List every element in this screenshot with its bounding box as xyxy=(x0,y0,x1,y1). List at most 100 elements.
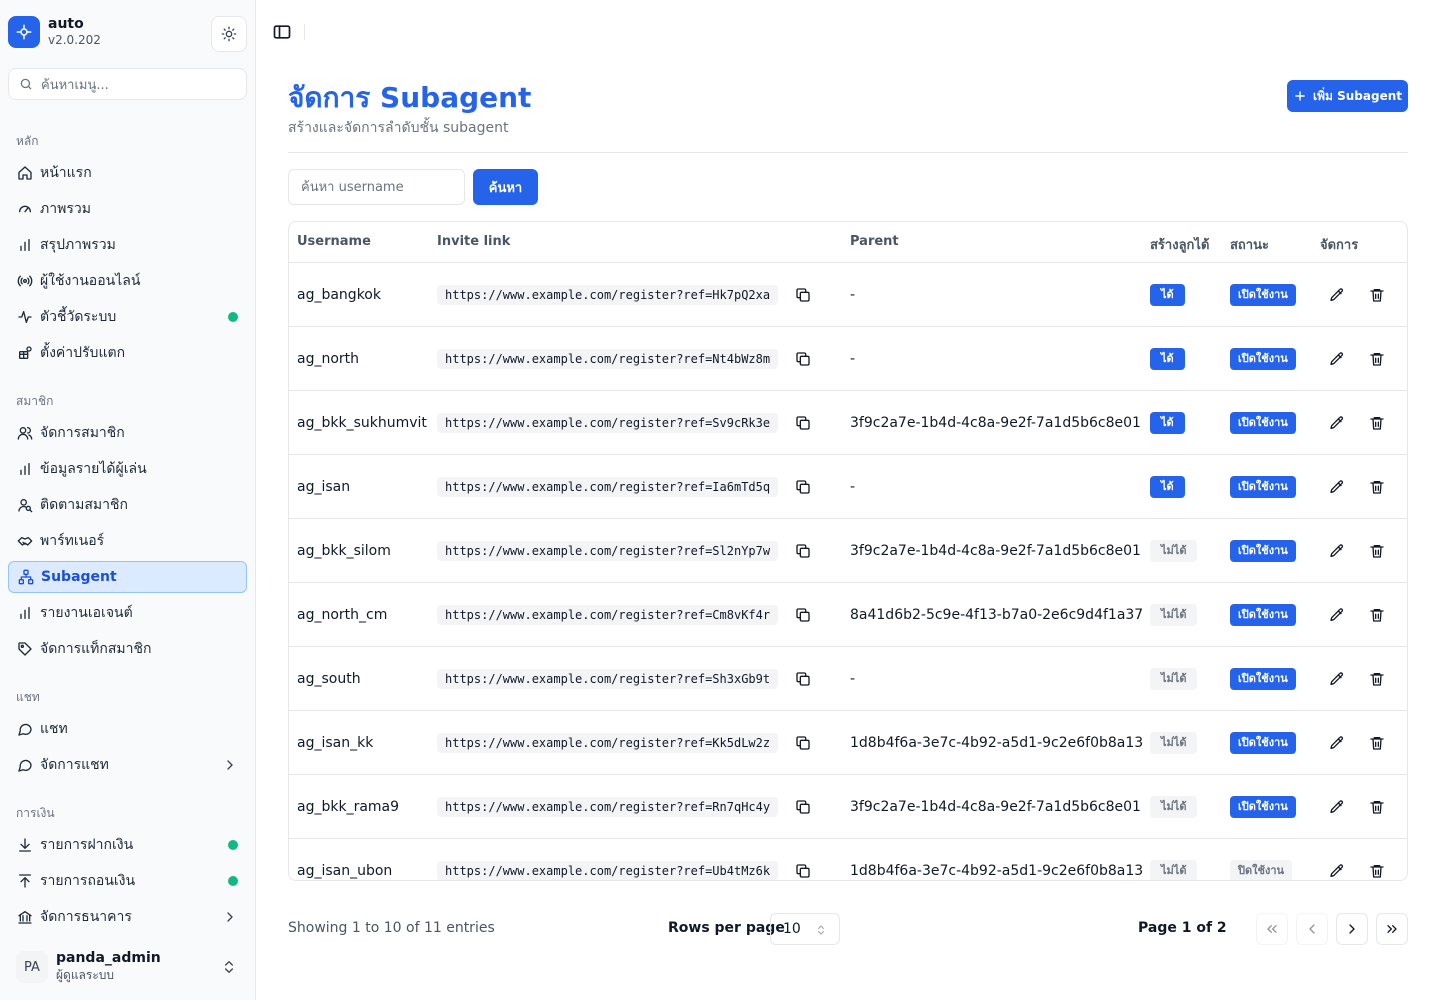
first-page-button[interactable] xyxy=(1256,913,1288,945)
invite-link[interactable]: https://www.example.com/register?ref=Kk5… xyxy=(437,733,779,753)
copy-link-button[interactable] xyxy=(795,583,811,647)
edit-button[interactable] xyxy=(1329,775,1345,839)
delete-button[interactable] xyxy=(1369,455,1385,519)
user-name: panda_admin xyxy=(56,950,161,966)
edit-button[interactable] xyxy=(1329,391,1345,455)
column-header-invite-link[interactable]: Invite link xyxy=(437,234,510,249)
sidebar-item[interactable]: จัดการแท็กสมาชิก xyxy=(8,633,247,665)
copy-link-button[interactable] xyxy=(795,775,811,839)
copy-link-button[interactable] xyxy=(795,711,811,775)
sidebar-item[interactable]: ข้อมูลรายได้ผู้เล่น xyxy=(8,453,247,485)
edit-button[interactable] xyxy=(1329,647,1345,711)
sidebar-item[interactable]: รายการฝากเงิน xyxy=(8,829,247,861)
edit-button[interactable] xyxy=(1329,711,1345,775)
username-cell: ag_bkk_silom xyxy=(297,543,391,559)
sidebar-item[interactable]: ผู้ใช้งานออนไลน์ xyxy=(8,265,247,297)
sidebar-item[interactable]: พาร์ทเนอร์ xyxy=(8,525,247,557)
status-cell: เปิดใช้งาน xyxy=(1230,711,1296,775)
handshake-icon xyxy=(16,532,34,550)
delete-button[interactable] xyxy=(1369,391,1385,455)
column-header-username[interactable]: Username xyxy=(297,234,371,249)
can-create-cell: ไม่ได้ xyxy=(1150,775,1198,839)
table-row: ag_isan_kk https://www.example.com/regist… xyxy=(289,711,1407,775)
sidebar-item[interactable]: สรุปภาพรวม xyxy=(8,229,247,261)
trash-icon xyxy=(1369,415,1385,431)
sidebar-item[interactable]: ตัวชี้วัดระบบ xyxy=(8,301,247,333)
invite-link[interactable]: https://www.example.com/register?ref=Ia6… xyxy=(437,477,779,497)
delete-button[interactable] xyxy=(1369,327,1385,391)
invite-link[interactable]: https://www.example.com/register?ref=Cm8… xyxy=(437,605,779,625)
copy-link-button[interactable] xyxy=(795,391,811,455)
rows-per-page-select[interactable]: 10 xyxy=(770,913,840,945)
sidebar-section-label: แชท xyxy=(16,690,40,704)
sidebar-item-label: ภาพรวม xyxy=(40,201,91,217)
edit-button[interactable] xyxy=(1329,839,1345,880)
last-page-button[interactable] xyxy=(1376,913,1408,945)
copy-icon xyxy=(795,351,811,367)
delete-button[interactable] xyxy=(1369,263,1385,327)
add-subagent-button[interactable]: เพิ่ม Subagent xyxy=(1287,80,1408,112)
sidebar-item[interactable]: หน้าแรก xyxy=(8,157,247,189)
invite-link[interactable]: https://www.example.com/register?ref=Sv9… xyxy=(437,413,779,433)
copy-link-button[interactable] xyxy=(795,327,811,391)
copy-link-button[interactable] xyxy=(795,519,811,583)
sidebar-item[interactable]: จัดการสมาชิก xyxy=(8,417,247,449)
column-header-can-create[interactable]: สร้างลูกได้ xyxy=(1150,234,1209,255)
sidebar-item[interactable]: ตั้งค่าปรับแตก xyxy=(8,337,247,369)
column-header-status[interactable]: สถานะ xyxy=(1230,234,1269,255)
invite-link-cell: https://www.example.com/register?ref=Nt4… xyxy=(437,327,779,391)
sidebar-toggle-button[interactable] xyxy=(272,22,292,42)
copy-link-button[interactable] xyxy=(795,839,811,880)
network-icon xyxy=(17,568,35,586)
copy-icon xyxy=(795,415,811,431)
username-search-input[interactable] xyxy=(288,169,465,205)
invite-link[interactable]: https://www.example.com/register?ref=Sl2… xyxy=(437,541,779,561)
sidebar-item[interactable]: รายงานเอเจนต์ xyxy=(8,597,247,629)
search-button[interactable]: ค้นหา xyxy=(473,169,538,205)
sidebar-item[interactable]: รายการถอนเงิน xyxy=(8,865,247,897)
edit-button[interactable] xyxy=(1329,519,1345,583)
delete-button[interactable] xyxy=(1369,839,1385,880)
delete-button[interactable] xyxy=(1369,583,1385,647)
users-icon xyxy=(16,424,34,442)
parent-cell: 3f9c2a7e-1b4d-4c8a-9e2f-7a1d5b6c8e01 xyxy=(850,415,1141,431)
theme-toggle-button[interactable] xyxy=(211,16,247,52)
invite-link[interactable]: https://www.example.com/register?ref=Sh3… xyxy=(437,669,779,689)
sidebar-item[interactable]: จัดการแชท xyxy=(8,749,247,781)
brand-version: v2.0.202 xyxy=(48,33,101,47)
edit-button[interactable] xyxy=(1329,327,1345,391)
sidebar-item[interactable]: ภาพรวม xyxy=(8,193,247,225)
sidebar-item[interactable]: จัดการธนาคาร xyxy=(8,901,247,933)
copy-icon xyxy=(795,671,811,687)
edit-button[interactable] xyxy=(1329,455,1345,519)
sidebar-item[interactable]: แชท xyxy=(8,713,247,745)
delete-button[interactable] xyxy=(1369,711,1385,775)
invite-link[interactable]: https://www.example.com/register?ref=Ub4… xyxy=(437,861,779,880)
trash-icon xyxy=(1369,799,1385,815)
column-header-parent[interactable]: Parent xyxy=(850,234,899,249)
copy-link-button[interactable] xyxy=(795,263,811,327)
next-page-button[interactable] xyxy=(1336,913,1368,945)
pencil-icon xyxy=(1329,415,1345,431)
copy-link-button[interactable] xyxy=(795,455,811,519)
sidebar-item[interactable]: Subagent xyxy=(8,561,247,593)
delete-button[interactable] xyxy=(1369,647,1385,711)
column-header-actions: จัดการ xyxy=(1320,238,1359,253)
can-create-badge: ไม่ได้ xyxy=(1150,732,1198,754)
invite-link[interactable]: https://www.example.com/register?ref=Rn7… xyxy=(437,797,779,817)
brand[interactable]: auto v2.0.202 xyxy=(8,16,101,48)
sidebar-item[interactable]: ติดตามสมาชิก xyxy=(8,489,247,521)
invite-link[interactable]: https://www.example.com/register?ref=Nt4… xyxy=(437,349,779,369)
edit-button[interactable] xyxy=(1329,583,1345,647)
user-menu[interactable]: PA panda_admin ผู้ดูแลระบบ xyxy=(8,942,247,992)
delete-button[interactable] xyxy=(1369,775,1385,839)
table-row: ag_bangkok https://www.example.com/regist… xyxy=(289,263,1407,327)
trash-icon xyxy=(1369,479,1385,495)
invite-link[interactable]: https://www.example.com/register?ref=Hk7… xyxy=(437,285,779,305)
edit-button[interactable] xyxy=(1329,263,1345,327)
prev-page-button[interactable] xyxy=(1296,913,1328,945)
delete-button[interactable] xyxy=(1369,519,1385,583)
copy-link-button[interactable] xyxy=(795,647,811,711)
sidebar-search-input[interactable]: ค้นหาเมนู... xyxy=(8,68,247,100)
can-create-badge: ไม่ได้ xyxy=(1150,796,1198,818)
